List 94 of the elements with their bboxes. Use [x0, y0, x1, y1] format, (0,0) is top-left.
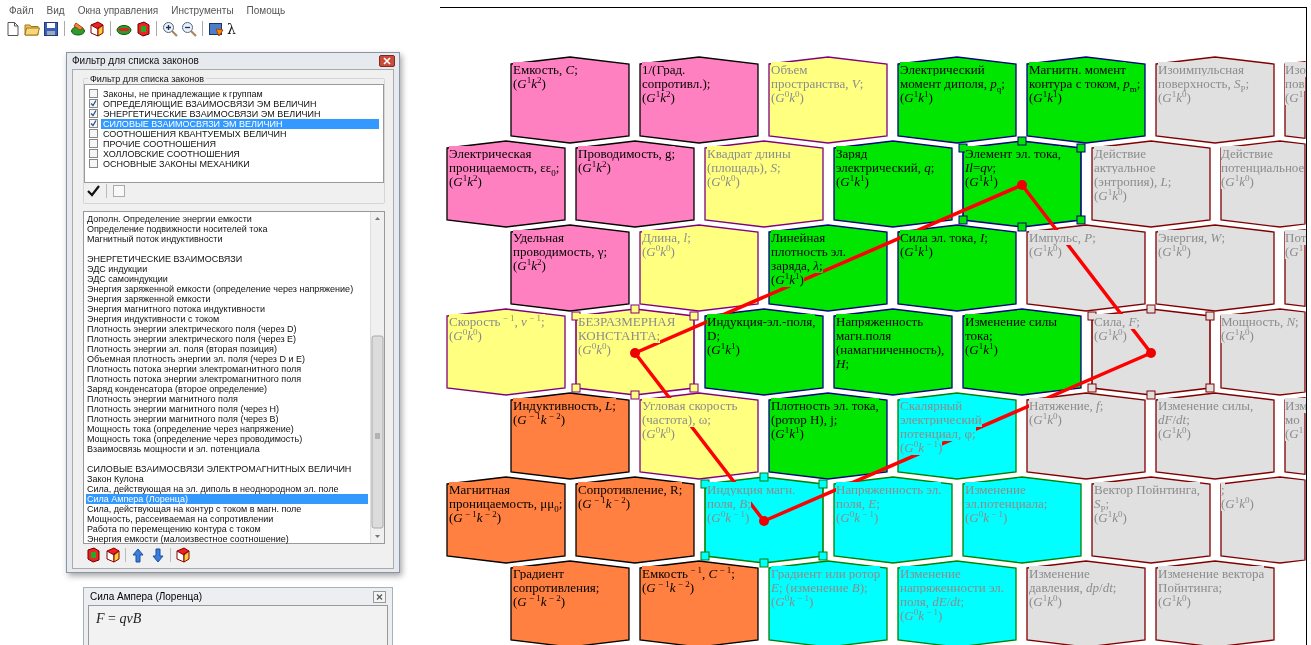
section-heading: СИЛОВЫЕ ВЗАИМОСВЯЗИ ЭЛЕКТРОМАГНИТНЫХ ВЕЛИЧИН	[86, 463, 353, 474]
tile-label: Квадрат длины (площадь), S;	[707, 147, 792, 175]
law-item[interactable]: Работа по перемещению контура с током	[86, 523, 368, 534]
tile-label: Энергия, W;	[1158, 231, 1226, 245]
law-item[interactable]: Дополн. Определение энергии емкости	[86, 213, 368, 224]
tile-label: Натяжение, f;	[1029, 399, 1104, 413]
law-item[interactable]: Плотность энергии магнитного поля (через H)	[86, 403, 368, 414]
law-item[interactable]: Плотность потока энергии электромагнитного поля	[86, 373, 368, 384]
tile-label: Изоимпульсная поверхность, S$_{P}$;	[1158, 63, 1251, 91]
save-icon[interactable]	[43, 20, 59, 37]
formula: F = qvB	[96, 611, 142, 626]
tile-label: Сила эл. тока, I;	[900, 231, 988, 245]
tile-label: Пот	[1285, 231, 1304, 245]
law-item[interactable]: Мощность, рассеиваемая на сопротивлении	[86, 513, 368, 524]
arrow-up-icon[interactable]	[130, 546, 146, 563]
checkbox[interactable]	[89, 139, 98, 149]
law-item[interactable]: Энергия заряженной емкости (определение через напряжение)	[86, 283, 368, 294]
window-title: Фильтр для списка законов	[72, 54, 199, 67]
tile-label: ;	[1221, 483, 1225, 497]
menu-item[interactable]: Файл	[9, 5, 34, 19]
law-item[interactable]: Определение подвижности носителей тока	[86, 223, 368, 234]
check-all-button[interactable]	[86, 184, 101, 199]
filter-item[interactable]: ЭНЕРГЕТИЧЕСКИЕ ВЗАИМОСВЯЗИ ЭМ ВЕЛИЧИН	[101, 108, 323, 119]
tile-label: Емкость $^{− 1}$, C $^{− 1}$;	[642, 567, 735, 581]
tile-label: Длина, l;	[642, 231, 691, 245]
tile-label: Импульс, P;	[1029, 231, 1096, 245]
arrow-down-icon[interactable]	[150, 546, 166, 563]
law-item[interactable]: Закон Кулона	[86, 473, 368, 484]
tile-label: БЕЗРАЗМЕРНАЯ КОНСТАНТА;	[578, 315, 677, 343]
filter-item[interactable]: ОСНОВНЫЕ ЗАКОНЫ МЕХАНИКИ	[101, 158, 252, 169]
tile-label: Индуктивность, L;	[513, 399, 616, 413]
section-heading: ЭНЕРГЕТИЧЕСКИЕ ВЗАИМОСВЯЗИ	[86, 253, 244, 264]
law-item[interactable]: Энергия магнитного потока индуктивности	[86, 303, 368, 314]
filter-item[interactable]: ПРОЧИЕ СООТНОШЕНИЯ	[101, 138, 219, 149]
law-item[interactable]: Плотность энергии электрического поля (через D)	[86, 323, 368, 334]
law-item[interactable]: Мощность тока (определение через проводимость)	[86, 433, 368, 444]
tile-label: Емкость, C;	[513, 63, 578, 77]
hex-tile[interactable]	[510, 56, 630, 144]
hex-tile[interactable]	[639, 224, 759, 312]
law-item[interactable]: Плотность потока энергии электромагнитного поля	[86, 363, 368, 374]
dimension-formula: (G$^{1}$k$^{1}$)	[707, 343, 740, 357]
zoom-in-icon[interactable]	[162, 20, 178, 37]
checkbox[interactable]	[89, 99, 98, 109]
checkbox[interactable]	[89, 129, 98, 139]
tile-label: Скалярный электрический потенциал, φ;	[900, 399, 983, 441]
law-item[interactable]: Сила, действующая на эл. диполь в неоднородном эл. поле	[86, 483, 368, 494]
tile-label: Мощность, N;	[1221, 315, 1299, 329]
tile-label: Магнитн. момент контура с током, p$_{m}$;	[1029, 63, 1142, 91]
law-item[interactable]: Плотность энергии электрического поля (через E)	[86, 333, 368, 344]
new-document-icon[interactable]	[5, 20, 21, 37]
tile-label: Сопротивление, R;	[578, 483, 683, 497]
checkbox[interactable]	[89, 159, 98, 169]
window-title: Сила Ампера (Лоренца)	[90, 591, 203, 602]
scrollbar[interactable]	[370, 211, 384, 543]
law-item[interactable]: Взаимосвязь мощности и эл. потенциала	[86, 443, 368, 454]
law-item[interactable]: Плотность энергии магнитного поля (через B)	[86, 413, 368, 424]
filter-item[interactable]: ХОЛЛОВСКИЕ СООТНОШЕНИЯ	[101, 148, 242, 159]
close-button[interactable]	[373, 590, 386, 603]
checkbox[interactable]	[89, 119, 98, 129]
law-item[interactable]: Объемная плотность энергии эл. поля (через D и E)	[86, 353, 368, 364]
law-item[interactable]: Сила, действующая на контур с током в магн. поле	[86, 503, 368, 514]
hex-tile[interactable]	[1220, 476, 1306, 564]
close-button[interactable]	[379, 54, 395, 67]
law-item[interactable]: Энергия емкости (малоизвестное соотношение)	[86, 533, 368, 544]
tile-label: Скорость $^{− 1}$, v $^{− 1}$;	[449, 315, 545, 329]
tile-label: Градиент или ротор E; (изменение B);	[771, 567, 882, 595]
law-item[interactable]: Плотность энергии эл. поля (вторая позиция)	[86, 343, 368, 354]
zoom-out-icon[interactable]	[181, 20, 197, 37]
checkbox[interactable]	[89, 149, 98, 159]
menu-item[interactable]: Помощь	[246, 5, 286, 19]
law-item[interactable]: Магнитный поток индуктивности	[86, 233, 368, 244]
dimension-formula: (G$^{1}$k$^{1}$)	[771, 427, 804, 441]
filter-item[interactable]: Законы, не принадлежащие к группам	[101, 88, 265, 99]
law-item[interactable]: ЭДС индукции	[86, 263, 368, 274]
law-item[interactable]: Энергия индуктивности с током	[86, 313, 368, 324]
law-item[interactable]: ЭДС самоиндукции	[86, 273, 368, 284]
tile-label: Проводимость, g;	[578, 147, 676, 161]
filter-item[interactable]: ОПРЕДЕЛЯЮЩИЕ ВЗАИМОСВЯЗИ ЭМ ВЕЛИЧИН	[101, 98, 319, 109]
picture-icon[interactable]	[208, 20, 224, 37]
uncheck-all-button[interactable]	[112, 184, 126, 199]
menu-item[interactable]: Вид	[46, 5, 65, 19]
menu-item[interactable]: Инструменты	[171, 5, 234, 19]
checkbox[interactable]	[89, 89, 98, 99]
group-title: Фильтр для списка законов	[89, 73, 206, 84]
law-item[interactable]: Заряд конденсатора (второе определение)	[86, 383, 368, 394]
lambda-button[interactable]: λ	[227, 20, 236, 37]
law-item[interactable]: Мощность тока (определение через напряжение)	[86, 423, 368, 434]
tile-label: Сила, F;	[1094, 315, 1140, 329]
law-item[interactable]: Плотность энергии магнитного поля	[86, 393, 368, 404]
checkbox[interactable]	[89, 109, 98, 119]
tile-label: Изо пов	[1285, 63, 1304, 91]
law-item[interactable]: Энергия заряженной емкости	[86, 293, 368, 304]
filter-item[interactable]: СООТНОШЕНИЯ КВАНТУЕМЫХ ВЕЛИЧИН	[101, 128, 289, 139]
menu-item[interactable]: Окна управления	[77, 5, 159, 19]
